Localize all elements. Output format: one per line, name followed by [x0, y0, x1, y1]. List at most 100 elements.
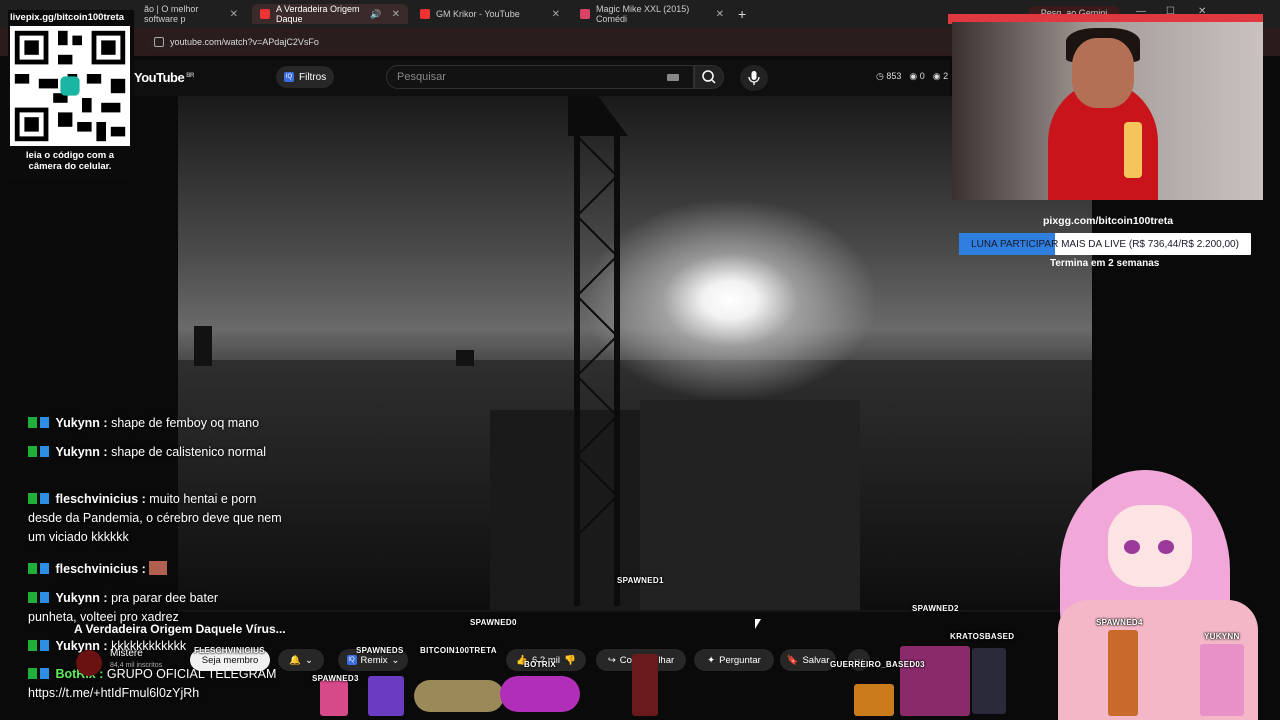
bookmark-icon: 🔖	[786, 654, 799, 666]
building-silhouette	[640, 400, 860, 610]
filters-label: Filtros	[299, 71, 327, 83]
badge-icon	[28, 417, 37, 428]
chat-message: fleschvinicius : muito hentai e porn des…	[28, 492, 282, 544]
chat-username: fleschvinicius	[55, 492, 139, 506]
chat-message: Yukynn : shape de femboy oq mano	[28, 414, 308, 433]
vtuber-eye	[1158, 540, 1174, 554]
ask-button[interactable]: ✦ Perguntar	[694, 649, 774, 671]
chat-message: Yukynn : shape de calistenico normal	[28, 443, 268, 462]
goal-end-time: Termina em 2 semanas	[1050, 258, 1160, 269]
search-placeholder: Pesquisar	[397, 71, 446, 83]
search-button[interactable]	[694, 65, 724, 89]
close-icon[interactable]: ✕	[392, 9, 400, 20]
address-bar[interactable]: youtube.com/watch?v=APdajC2VsFo	[146, 32, 966, 52]
chevron-down-icon: ⌄	[391, 654, 400, 666]
vtuber-eye	[1124, 540, 1140, 554]
sprite-label: SPAWNED0	[470, 618, 517, 627]
construction-crane	[568, 96, 628, 606]
new-tab-button[interactable]: +	[738, 6, 746, 22]
emote-icon	[149, 561, 168, 575]
sprite-label: SPAWNED3	[312, 674, 359, 683]
stream-stats: ◷ 853 ◉ 0 ◉ 2	[876, 71, 948, 82]
youtube-favicon-icon	[260, 9, 270, 19]
badge-icon	[40, 446, 49, 457]
browser-tab[interactable]: ão | O melhor software p ✕	[136, 4, 246, 24]
region-code: BR	[186, 72, 194, 79]
tab-title: ão | O melhor software p	[144, 4, 199, 24]
chat-username: Yukynn	[55, 445, 100, 459]
badge-icon	[28, 592, 37, 603]
search-input[interactable]: Pesquisar	[386, 65, 694, 89]
filters-button[interactable]: IQ Filtros	[276, 66, 335, 88]
sprite-label: BOTRIX	[524, 660, 557, 669]
browser-tab[interactable]: GM Krikor - YouTube ✕	[412, 4, 568, 24]
sprite-character	[854, 684, 894, 716]
youtube-logo[interactable]: YouTube BR	[134, 70, 194, 85]
sprite-label: KRATOSBASED	[950, 632, 1015, 641]
close-icon[interactable]: ✕	[552, 9, 560, 20]
livepix-url: livepix.gg/bitcoin100treta	[10, 12, 125, 23]
site-favicon-icon	[580, 9, 590, 19]
sprite-label: YUKYNN	[1204, 632, 1240, 641]
badge-icon	[28, 493, 37, 504]
tab-title: Magic Mike XXL (2015) Comédi	[596, 4, 690, 24]
microphone-icon	[748, 71, 760, 85]
logo-text: YouTube	[134, 70, 185, 85]
badge-icon	[28, 563, 37, 574]
sprite-character	[900, 646, 970, 716]
sprite-character	[320, 680, 348, 716]
chat-username: Yukynn	[55, 416, 100, 430]
eye-icon: ◉ 0	[909, 71, 925, 81]
thumbs-down-icon: 👎	[563, 654, 576, 666]
close-icon[interactable]: ✕	[716, 9, 724, 20]
badge-icon	[40, 563, 49, 574]
sprite-dinosaur	[414, 680, 504, 712]
notifications-button[interactable]: 🔔 ⌄	[278, 649, 324, 671]
badge-icon	[40, 668, 49, 679]
channel-name[interactable]: Mistere	[110, 648, 143, 659]
site-settings-icon[interactable]	[154, 37, 164, 47]
browser-tab[interactable]: Magic Mike XXL (2015) Comédi ✕	[572, 4, 732, 24]
save-button[interactable]: 🔖 Salvar	[780, 649, 836, 671]
chat-message: fleschvinicius :	[28, 560, 308, 579]
keyboard-icon[interactable]	[667, 74, 679, 81]
speaker-icon[interactable]: 🔊	[370, 9, 381, 20]
youtube-favicon-icon	[420, 9, 430, 19]
sprite-label: SPAWNED4	[1096, 618, 1143, 627]
browser-tab-active[interactable]: A Verdadeira Origem Daque 🔊 ✕	[252, 4, 408, 24]
streamer-face	[1072, 38, 1134, 108]
close-icon[interactable]: ✕	[230, 9, 238, 20]
badge-icon	[40, 640, 49, 651]
chat-text: shape de calistenico normal	[111, 445, 267, 459]
sprite-character	[1108, 630, 1138, 716]
chat-username: fleschvinicius	[55, 562, 139, 576]
clock-icon: ◷ 853	[876, 71, 902, 81]
microphone-icon	[1124, 122, 1142, 178]
building-silhouette	[456, 350, 474, 366]
badge-icon	[28, 446, 37, 457]
search-icon	[702, 70, 716, 84]
badge-icon	[28, 668, 37, 679]
url-text: youtube.com/watch?v=APdajC2VsFo	[170, 37, 319, 47]
sprite-dinosaur	[500, 676, 580, 712]
sprite-label: BITCOIN100TRETA	[420, 646, 497, 655]
goal-label: LUNA PARTICIPAR MAIS DA LIVE (R$ 736,44/…	[971, 238, 1239, 250]
sprite-character	[632, 654, 658, 716]
voice-search-button[interactable]	[740, 65, 768, 91]
subscriber-count: 84,4 mil inscritos	[110, 662, 163, 669]
chevron-down-icon: ⌄	[304, 654, 313, 666]
sprite-label: GUERREIRO_BASED03	[830, 660, 925, 669]
sprite-character	[368, 676, 404, 716]
bell-icon: 🔔	[289, 654, 301, 666]
badge-icon	[40, 592, 49, 603]
remix-icon: IQ	[346, 655, 357, 665]
chat-text: shape de femboy oq mano	[111, 416, 260, 430]
badge-icon	[28, 640, 37, 651]
mouse-cursor-icon	[755, 619, 761, 629]
sparkle-icon: ✦	[707, 654, 716, 666]
webcam-feed	[952, 22, 1263, 200]
channel-avatar[interactable]	[76, 650, 102, 676]
goal-url: pixgg.com/bitcoin100treta	[1043, 215, 1174, 227]
badge-icon	[40, 493, 49, 504]
vtuber-face	[1108, 505, 1192, 587]
